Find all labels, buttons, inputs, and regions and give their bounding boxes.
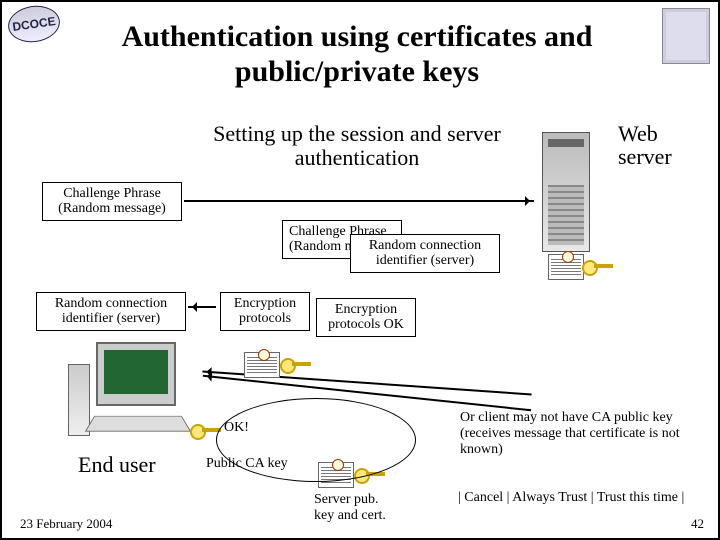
server-key-icon xyxy=(582,260,610,274)
server-icon xyxy=(542,132,590,252)
server-pub-key-label: Server pub. key and cert. xyxy=(314,492,386,524)
encryption-protocols-box: Encryption protocols xyxy=(220,292,310,331)
client-computer-icon xyxy=(68,342,198,442)
crest-logo xyxy=(662,8,710,64)
cert-mid-icon xyxy=(244,352,280,378)
server-cert-icon xyxy=(548,254,584,280)
trust-options: | Cancel | Always Trust | Trust this tim… xyxy=(458,490,718,506)
arrow-icon xyxy=(188,306,216,308)
random-conn-mid-box: Random connection identifier (server) xyxy=(350,234,500,273)
slide-title: Authentication using certificates and pu… xyxy=(72,20,642,89)
random-conn-left-box: Random connection identifier (server) xyxy=(36,292,186,331)
end-user-label: End user xyxy=(78,452,156,478)
dcoce-logo: DCOCE xyxy=(6,3,63,46)
arrow-icon xyxy=(184,200,534,202)
verify-ellipse xyxy=(216,398,416,482)
ca-note: Or client may not have CA public key (re… xyxy=(460,410,706,458)
encryption-ok-box: Encryption protocols OK xyxy=(316,298,416,337)
key-mid-icon xyxy=(280,358,308,372)
footer-date: 23 February 2004 xyxy=(20,516,112,532)
slide-subtitle: Setting up the session and server authen… xyxy=(212,122,502,170)
web-server-label: Web server xyxy=(618,122,672,168)
challenge-phrase-client-box: Challenge Phrase (Random message) xyxy=(42,182,182,221)
page-number: 42 xyxy=(691,516,704,532)
client-key-icon xyxy=(190,424,218,438)
